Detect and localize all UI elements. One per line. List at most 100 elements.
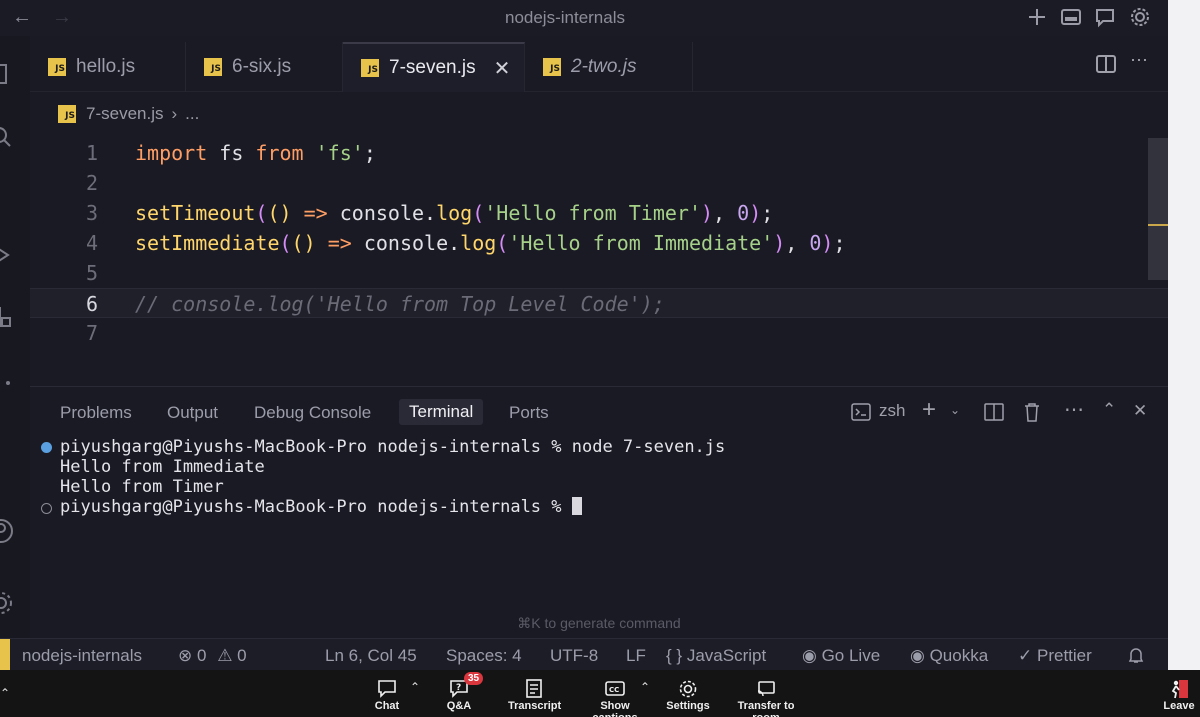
maximize-panel-icon[interactable]: ⌃ [1102,400,1116,420]
chat-bubble-icon[interactable] [1094,6,1116,28]
layout-panel-icon[interactable] [1060,6,1082,28]
terminal-prompt[interactable]: piyushgarg@Piyushs-MacBook-Pro nodejs-in… [60,497,582,517]
terminal-line: Hello from Immediate [60,457,265,477]
tab-hello-js[interactable]: JS hello.js [30,42,186,92]
code-line: 5 [30,258,1168,288]
breadcrumb-more[interactable]: ... [185,104,199,124]
qa-button[interactable]: ? Q&A 35 [440,672,484,712]
manage-gear-icon[interactable] [0,590,14,616]
svg-text:CC: CC [609,686,619,694]
close-icon[interactable]: ✕ [494,56,511,81]
status-indentation[interactable]: Spaces: 4 [446,646,522,666]
status-golive[interactable]: ◉ Go Live [802,646,880,666]
chevron-up-icon[interactable]: ⌃ [640,680,650,694]
breadcrumb-chevron-icon: › [171,104,178,123]
close-panel-icon[interactable]: ✕ [1133,401,1147,421]
settings-button[interactable]: Settings [666,678,710,712]
status-eol[interactable]: LF [626,646,646,666]
status-prettier[interactable]: ✓ Prettier [1018,646,1092,666]
line-number: 1 [85,141,98,165]
shell-name[interactable]: zsh [879,401,905,421]
gear-icon[interactable] [1129,6,1151,28]
new-file-icon[interactable] [1026,6,1048,28]
new-terminal-icon[interactable]: + [922,396,936,424]
code-line: 7 [30,318,1168,348]
gear-icon [679,680,697,698]
explorer-icon[interactable] [0,62,14,88]
desktop-edge [1168,0,1200,670]
line-number: 7 [85,321,98,345]
status-workspace[interactable]: nodejs-internals [22,646,142,666]
prettier-label: Prettier [1036,646,1092,665]
chat-label: Chat [374,700,400,712]
extensions-icon[interactable] [0,304,14,330]
breadcrumb-file[interactable]: 7-seven.js [86,104,163,124]
transfer-label: Transfer to room [737,700,795,717]
more-actions-icon[interactable]: ⋯ [1130,50,1148,71]
code-line-current: 6 // console.log('Hello from Top Level C… [30,288,1168,318]
qa-label: Q&A [446,700,472,712]
tab-label: 2-two.js [571,56,637,77]
js-file-icon: JS [48,58,66,76]
terminal-line: piyushgarg@Piyushs-MacBook-Pro nodejs-in… [60,437,726,457]
transfer-button[interactable]: Transfer to room [726,678,806,717]
line-number: 2 [85,171,98,195]
window-title: nodejs-internals [504,8,625,27]
tab-ports[interactable]: Ports [509,403,549,423]
cast-icon [757,681,775,697]
error-count: 0 [196,646,207,665]
leave-button[interactable]: Leave [1162,678,1196,712]
golive-label: Go Live [821,646,881,665]
bell-icon[interactable] [1128,646,1144,664]
chat-button[interactable]: Chat [368,678,406,712]
more-actions-icon[interactable]: ⋯ [1064,397,1084,422]
status-encoding[interactable]: UTF-8 [550,646,598,666]
split-editor-icon[interactable] [1096,54,1116,74]
quokka-label: Quokka [929,646,989,665]
js-file-icon: JS [361,59,379,77]
search-icon[interactable] [0,124,14,150]
captions-icon: CC [605,681,625,696]
line-number: 6 [85,292,98,316]
account-icon[interactable] [0,518,14,544]
run-debug-icon[interactable] [0,242,14,268]
title-bar: ← → nodejs-internals [0,0,1168,36]
tab-2-two-js[interactable]: JS 2-two.js [525,42,693,92]
status-problems[interactable]: ⊗ 0 ⚠ 0 [178,646,247,666]
source-control-icon[interactable] [0,180,14,206]
status-language[interactable]: { } JavaScript [666,646,766,666]
tab-label: 6-six.js [232,56,292,77]
more-dots-icon[interactable] [0,370,14,396]
transcript-button[interactable]: Transcript [508,678,562,712]
code-text: import fs from 'fs'; [135,141,376,165]
tab-debug-console[interactable]: Debug Console [254,403,371,423]
tab-terminal[interactable]: Terminal [399,399,484,425]
broadcast-icon: ◉ [802,646,817,665]
chevron-down-icon[interactable]: ⌄ [950,403,960,417]
line-number: 5 [85,261,98,285]
chevron-up-icon[interactable]: ⌃ [410,680,420,694]
braces-icon: { } [666,646,683,665]
trash-icon[interactable] [1023,402,1041,422]
check-icon: ✓ [1018,646,1033,665]
transcript-label: Transcript [508,700,562,712]
code-line: 1 import fs from 'fs'; [30,138,1168,168]
terminal-icon [851,403,871,421]
code-text: setTimeout(() => console.log('Hello from… [135,201,774,225]
warning-count: 0 [237,646,247,665]
tab-6-six-js[interactable]: JS 6-six.js [186,42,343,92]
status-quokka[interactable]: ◉ Quokka [910,646,988,666]
editor-scrollbar[interactable] [1148,138,1168,280]
bottom-panel: Problems Output Debug Console Terminal P… [30,386,1168,638]
tab-problems[interactable]: Problems [60,403,132,423]
chevron-up-icon[interactable]: ⌃ [0,686,10,700]
prompt-dot [41,503,52,514]
tab-output[interactable]: Output [167,403,218,423]
tab-7-seven-js[interactable]: JS 7-seven.js ✕ [343,42,525,92]
tab-label: hello.js [76,56,136,77]
language-label: JavaScript [686,646,767,665]
code-line: 3 setTimeout(() => console.log('Hello fr… [30,198,1168,228]
code-editor[interactable]: 1 import fs from 'fs'; 2 3 setTimeout(()… [30,138,1168,386]
status-cursor-position[interactable]: Ln 6, Col 45 [325,646,417,666]
split-terminal-icon[interactable] [984,403,1004,421]
